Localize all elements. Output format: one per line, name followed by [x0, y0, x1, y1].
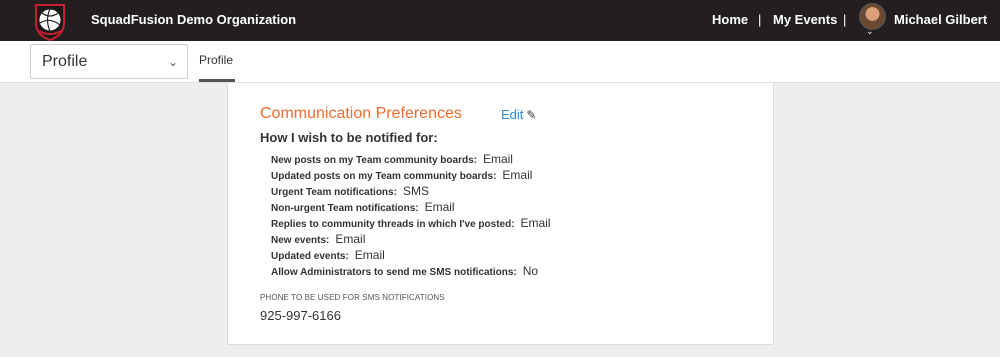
list-item: New events: Email — [271, 231, 551, 247]
list-item: Updated events: Email — [271, 247, 551, 263]
preference-label: Non-urgent Team notifications: — [271, 203, 419, 214]
notification-subtitle: How I wish to be notified for: — [260, 130, 438, 145]
nav-home-link[interactable]: Home — [712, 12, 748, 27]
phone-value: 925-997-6166 — [260, 308, 341, 323]
preference-label: New events: — [271, 235, 330, 246]
sub-navbar: Profile ⌄ Profile — [0, 41, 1000, 83]
preference-label: Updated events: — [271, 251, 349, 262]
preference-label: Replies to community threads in which I'… — [271, 219, 515, 230]
list-item: Non-urgent Team notifications: Email — [271, 199, 551, 215]
section-title: Communication Preferences — [260, 105, 462, 122]
list-item: Updated posts on my Team community board… — [271, 167, 551, 183]
preference-label: Urgent Team notifications: — [271, 187, 397, 198]
edit-button[interactable]: Edit ✎ — [501, 107, 536, 122]
volleyball-logo-icon[interactable] — [30, 1, 70, 41]
preference-label: Updated posts on my Team community board… — [271, 171, 497, 182]
chevron-down-icon: ⌄ — [167, 55, 178, 69]
profile-select-value: Profile — [42, 53, 88, 70]
preference-list: New posts on my Team community boards: Em… — [271, 151, 551, 279]
preference-label: New posts on my Team community boards: — [271, 155, 477, 166]
list-item: Replies to community threads in which I'… — [271, 215, 551, 231]
edit-label: Edit — [501, 107, 524, 122]
preference-value: Email — [335, 232, 366, 246]
top-navbar: SquadFusion Demo Organization Home | My … — [0, 0, 1000, 41]
preference-label: Allow Administrators to send me SMS noti… — [271, 267, 517, 278]
chevron-down-icon[interactable]: ⌄ — [866, 26, 874, 37]
active-tab-indicator — [199, 79, 235, 82]
communication-preferences-card: Communication Preferences Edit ✎ How I wi… — [227, 83, 774, 345]
preference-value: Email — [482, 152, 513, 166]
preference-value: Email — [502, 168, 533, 182]
list-item: New posts on my Team community boards: Em… — [271, 151, 551, 167]
pencil-icon: ✎ — [526, 108, 537, 122]
nav-separator: | — [758, 12, 762, 27]
profile-section-select[interactable]: Profile ⌄ — [30, 44, 188, 79]
nav-separator: | — [843, 12, 847, 27]
preference-value: Email — [520, 216, 551, 230]
preference-value: Email — [354, 248, 385, 262]
preference-value: Email — [424, 200, 455, 214]
list-item: Urgent Team notifications: SMS — [271, 183, 551, 199]
organization-name: SquadFusion Demo Organization — [91, 12, 297, 27]
list-item: Allow Administrators to send me SMS noti… — [271, 263, 551, 279]
preference-value: SMS — [402, 184, 429, 198]
phone-label: PHONE TO BE USED FOR SMS NOTIFICATIONS — [260, 293, 445, 302]
tab-profile[interactable]: Profile — [199, 53, 233, 67]
preference-value: No — [522, 264, 539, 278]
nav-my-events-link[interactable]: My Events — [773, 12, 837, 27]
user-name-link[interactable]: Michael Gilbert — [894, 12, 987, 27]
